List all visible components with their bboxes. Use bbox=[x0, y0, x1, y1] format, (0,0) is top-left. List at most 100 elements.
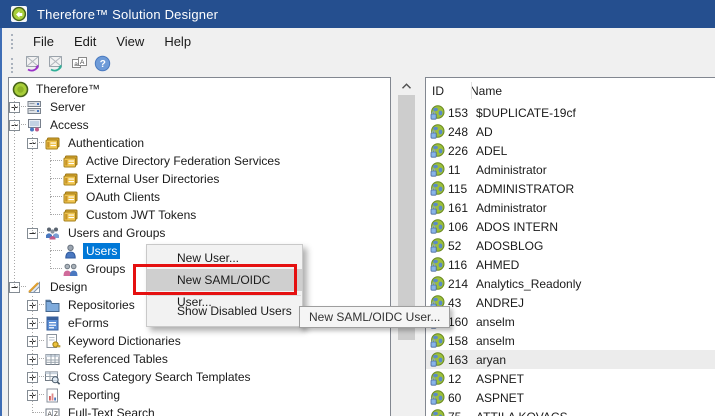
column-header-name[interactable]: Name bbox=[470, 84, 502, 98]
tree-item-label: eForms bbox=[68, 316, 109, 330]
tree-item-therefore[interactable]: Therefore™ bbox=[9, 80, 390, 98]
tree-item-label: Groups bbox=[86, 262, 126, 276]
user-row-andrej[interactable]: 43 ANDREJ bbox=[426, 293, 715, 312]
tree-item-oauth-clients[interactable]: OAuth Clients bbox=[9, 188, 390, 206]
scrollbar-thumb[interactable] bbox=[398, 95, 415, 340]
tree-item-label: Active Directory Federation Services bbox=[86, 154, 281, 168]
workflow-import-icon bbox=[48, 55, 65, 77]
user-row-adosblog[interactable]: 52 ADOSBLOG bbox=[426, 236, 715, 255]
tree-item-users-and-groups[interactable]: Users and Groups bbox=[9, 224, 390, 242]
expand-toggle-icon[interactable] bbox=[27, 353, 44, 365]
collapse-toggle-icon[interactable] bbox=[9, 119, 26, 131]
toolbar-grip-icon bbox=[11, 58, 16, 73]
auth-folder-icon bbox=[62, 189, 79, 206]
user-row-analytics-readonly[interactable]: 214 Analytics_Readonly bbox=[426, 274, 715, 293]
table-icon bbox=[44, 351, 61, 368]
menu-file[interactable]: File bbox=[23, 31, 64, 52]
tree-item-server[interactable]: Server bbox=[9, 98, 390, 116]
expand-toggle-icon[interactable] bbox=[27, 371, 44, 383]
tree-guide-line bbox=[32, 296, 33, 413]
user-row-ahmed[interactable]: 116 AHMED bbox=[426, 255, 715, 274]
svg-text:A: A bbox=[48, 411, 53, 416]
expand-toggle-icon[interactable] bbox=[27, 389, 44, 401]
tree-item-external-user-directories[interactable]: External User Directories bbox=[9, 170, 390, 188]
user-row-adel[interactable]: 226 ADEL bbox=[426, 141, 715, 160]
user-id: 161 bbox=[448, 200, 469, 215]
therefore-app-icon bbox=[10, 5, 28, 23]
collapse-toggle-icon[interactable] bbox=[9, 281, 26, 293]
user-row-administrator[interactable]: 161 Administrator bbox=[426, 198, 715, 217]
tree-item-label: Server bbox=[50, 100, 86, 114]
user-name: ASPNET bbox=[476, 371, 525, 386]
user-id: 153 bbox=[448, 105, 469, 120]
tree-item-authentication[interactable]: Authentication bbox=[9, 134, 390, 152]
tree-item-label: Reporting bbox=[68, 388, 121, 402]
tree-item-referenced-tables[interactable]: Referenced Tables bbox=[9, 350, 390, 368]
user-row-ados-intern[interactable]: 106 ADOS INTERN bbox=[426, 217, 715, 236]
user-id: 75 bbox=[448, 410, 476, 416]
tree-item-keyword-dictionaries[interactable]: Keyword Dictionaries bbox=[9, 332, 390, 350]
workflow-export-button[interactable] bbox=[23, 55, 44, 76]
expand-toggle-icon[interactable] bbox=[27, 317, 44, 329]
user-name: ANDREJ bbox=[476, 295, 525, 310]
menu-item-show-disabled-users[interactable]: Show Disabled Users bbox=[147, 300, 302, 322]
menu-item-new-saml-oidc-user[interactable]: New SAML/OIDC User... bbox=[147, 269, 302, 309]
user-row-anselm[interactable]: 160 anselm bbox=[426, 312, 715, 331]
auth-folder-icon bbox=[44, 135, 61, 152]
tree-connector bbox=[32, 358, 44, 359]
user-id: 163 bbox=[448, 352, 469, 367]
user-row-aryan[interactable]: 163 aryan bbox=[426, 350, 715, 369]
workflow-import-button[interactable] bbox=[46, 55, 67, 76]
tree-item-full-text-search[interactable]: A Z Full-Text Search bbox=[9, 404, 390, 416]
app-window: Therefore™ Solution Designer File Edit Vie… bbox=[0, 0, 715, 416]
user-row-duplicate-19cf[interactable]: 153 $DUPLICATE-19cf bbox=[426, 103, 715, 122]
user-globe-lock-icon bbox=[430, 200, 445, 215]
user-row-administrator[interactable]: 11 Administrator bbox=[426, 160, 715, 179]
menu-item-new-user[interactable]: New User... bbox=[147, 247, 302, 269]
tree-item-cross-category-search-templates[interactable]: Cross Category Search Templates bbox=[9, 368, 390, 386]
menu-edit[interactable]: Edit bbox=[64, 31, 106, 52]
column-separator[interactable] bbox=[471, 82, 472, 99]
user-name: ASPNET bbox=[476, 390, 525, 405]
tree-item-label: Users and Groups bbox=[68, 226, 166, 240]
user-row-aspnet[interactable]: 12 ASPNET bbox=[426, 369, 715, 388]
tree-item-label: OAuth Clients bbox=[86, 190, 161, 204]
tree-item-access[interactable]: Access bbox=[9, 116, 390, 134]
user-row-ad[interactable]: 248 AD bbox=[426, 122, 715, 141]
tree-item-label: Keyword Dictionaries bbox=[68, 334, 181, 348]
user-globe-lock-icon bbox=[430, 105, 445, 120]
user-id: 158 bbox=[448, 333, 469, 348]
user-row-attila-kovacs[interactable]: 75ATTILA KOVACS bbox=[426, 407, 715, 416]
column-header-id[interactable]: ID bbox=[426, 84, 470, 98]
tree-connector bbox=[50, 250, 62, 251]
tree-guide-line bbox=[32, 134, 33, 233]
user-id: 43 bbox=[448, 295, 462, 310]
user-icon bbox=[62, 243, 79, 260]
collapse-toggle-icon[interactable] bbox=[27, 137, 44, 149]
tree-scrollbar[interactable] bbox=[398, 78, 415, 416]
tree-item-label: Repositories bbox=[68, 298, 135, 312]
auth-folder-icon bbox=[62, 153, 79, 170]
user-row-administrator[interactable]: 115 ADMINISTRATOR bbox=[426, 179, 715, 198]
user-row-aspnet[interactable]: 60 ASPNET bbox=[426, 388, 715, 407]
expand-toggle-icon[interactable] bbox=[27, 335, 44, 347]
scrollbar-up-arrow-icon[interactable] bbox=[398, 78, 415, 95]
tree-item-reporting[interactable]: Reporting bbox=[9, 386, 390, 404]
menu-view[interactable]: View bbox=[106, 31, 154, 52]
tree-item-active-directory-federation-services[interactable]: Active Directory Federation Services bbox=[9, 152, 390, 170]
user-id: 214 bbox=[448, 276, 469, 291]
tree-item-label: Access bbox=[50, 118, 89, 132]
user-globe-lock-icon bbox=[430, 390, 445, 405]
user-name: Administrator bbox=[476, 162, 547, 177]
auth-folder-icon bbox=[62, 207, 79, 224]
collapse-toggle-icon[interactable] bbox=[27, 227, 44, 239]
window-title: Therefore™ Solution Designer bbox=[37, 6, 219, 22]
expand-toggle-icon[interactable] bbox=[27, 299, 44, 311]
tree-item-custom-jwt-tokens[interactable]: Custom JWT Tokens bbox=[9, 206, 390, 224]
menu-help[interactable]: Help bbox=[154, 31, 201, 52]
user-globe-lock-icon bbox=[430, 238, 445, 253]
user-row-anselm[interactable]: 158 anselm bbox=[426, 331, 715, 350]
translate-button[interactable]: aA bbox=[69, 55, 90, 76]
expand-toggle-icon[interactable] bbox=[9, 101, 26, 113]
help-button[interactable]: ? bbox=[92, 55, 113, 76]
